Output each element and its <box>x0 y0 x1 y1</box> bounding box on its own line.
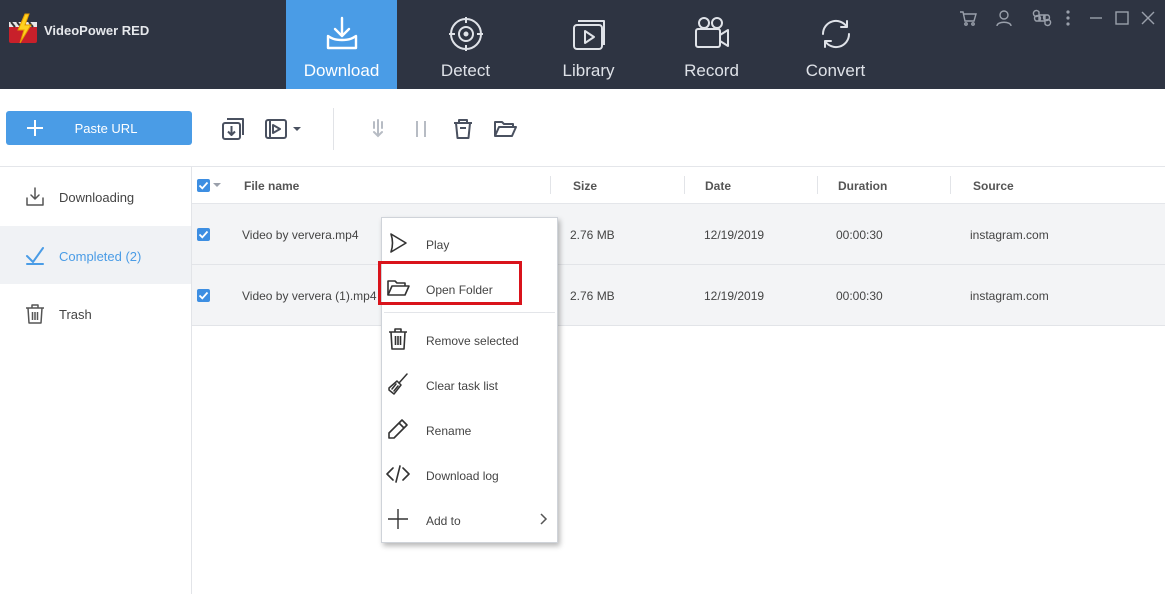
select-all-checkbox[interactable] <box>197 179 210 192</box>
menu-item-rename[interactable]: Rename <box>382 406 557 451</box>
duration-cell: 00:00:30 <box>836 228 883 242</box>
toolbar: Paste URL <box>0 89 1165 167</box>
pencil-icon <box>388 419 408 439</box>
video-format-icon[interactable] <box>263 116 289 142</box>
file-name-cell: Video by ververa (1).mp4 <box>242 289 377 303</box>
more-icon[interactable] <box>1058 8 1078 28</box>
app-logo-icon <box>9 13 37 44</box>
menu-item-label: Clear task list <box>426 379 499 393</box>
command-icon[interactable] <box>1032 8 1052 28</box>
table-row[interactable]: Video by ververa.mp4 2.76 MB 12/19/2019 … <box>192 204 1165 265</box>
column-divider <box>950 176 951 194</box>
column-header-size[interactable]: Size <box>573 179 597 193</box>
column-divider <box>684 176 685 194</box>
toolbar-divider <box>333 108 334 150</box>
paste-url-button[interactable]: Paste URL <box>6 111 192 145</box>
menu-item-clear-task-list[interactable]: Clear task list <box>382 361 557 406</box>
menu-item-remove-selected[interactable]: Remove selected <box>382 316 557 361</box>
paste-url-label: Paste URL <box>74 121 138 136</box>
column-header-source[interactable]: Source <box>973 179 1014 193</box>
date-cell: 12/19/2019 <box>704 289 765 303</box>
menu-item-label: Download log <box>426 469 499 483</box>
menu-item-label: Add to <box>426 514 461 528</box>
tab-label: Library <box>562 61 615 80</box>
row-checkbox[interactable] <box>197 289 210 302</box>
column-header-duration[interactable]: Duration <box>838 179 887 193</box>
tab-download[interactable]: Download <box>286 0 397 89</box>
convert-arrows-icon <box>821 19 850 49</box>
menu-item-label: Remove selected <box>426 334 519 348</box>
tab-convert[interactable]: Convert <box>780 0 891 89</box>
highlight-box <box>378 261 522 305</box>
trash-icon <box>26 304 44 324</box>
tab-label: Download <box>303 61 380 80</box>
app-title: VideoPower RED <box>44 22 150 38</box>
close-icon[interactable] <box>1138 8 1158 28</box>
app-brand: VideoPower RED <box>6 12 149 48</box>
source-cell: instagram.com <box>970 228 1049 242</box>
sidebar-item-trash[interactable]: Trash <box>0 284 191 342</box>
tab-label: Record <box>684 61 739 80</box>
column-header-date[interactable]: Date <box>705 179 731 193</box>
size-cell: 2.76 MB <box>570 228 615 242</box>
sidebar-item-completed[interactable]: Completed (2) <box>0 226 191 284</box>
sidebar: Downloading Completed (2) Trash <box>0 167 192 594</box>
sidebar-item-label: Trash <box>59 307 92 322</box>
menu-separator <box>384 312 555 313</box>
download-to-file-icon[interactable] <box>220 116 246 142</box>
tab-record[interactable]: Record <box>656 0 767 89</box>
tab-detect[interactable]: Detect <box>410 0 521 89</box>
camera-icon <box>694 17 729 48</box>
resume-download-icon[interactable] <box>365 116 391 142</box>
row-checkbox[interactable] <box>197 228 210 241</box>
download-tray-icon <box>326 16 357 50</box>
menu-item-label: Play <box>426 238 450 252</box>
tab-library[interactable]: Library <box>533 0 644 89</box>
menu-item-add-to[interactable]: Add to <box>382 496 557 541</box>
delete-icon[interactable] <box>450 116 476 142</box>
tab-label: Convert <box>805 61 866 80</box>
duration-cell: 00:00:30 <box>836 289 883 303</box>
column-divider <box>817 176 818 194</box>
sidebar-item-label: Downloading <box>59 190 135 205</box>
target-icon <box>448 17 483 51</box>
chevron-down-icon[interactable] <box>212 181 222 189</box>
sidebar-item-downloading[interactable]: Downloading <box>0 167 191 225</box>
top-bar: VideoPower RED Download Detect Library R… <box>0 0 1165 89</box>
video-library-icon <box>572 20 605 50</box>
table-header: File name Size Date Duration Source <box>192 167 1165 204</box>
cart-icon[interactable] <box>958 8 978 28</box>
date-cell: 12/19/2019 <box>704 228 765 242</box>
folder-open-icon[interactable] <box>492 116 518 142</box>
sidebar-item-label: Completed (2) <box>59 249 142 264</box>
tab-label: Detect <box>440 61 491 80</box>
column-divider <box>550 176 551 194</box>
file-name-cell: Video by ververa.mp4 <box>242 228 359 242</box>
broom-icon <box>388 373 408 395</box>
chevron-right-icon <box>540 513 548 525</box>
chevron-down-icon[interactable] <box>290 116 304 142</box>
user-icon[interactable] <box>994 8 1014 28</box>
play-icon <box>390 233 407 253</box>
minimize-icon[interactable] <box>1086 8 1106 28</box>
plus-icon <box>388 509 408 529</box>
column-header-file-name[interactable]: File name <box>244 179 299 193</box>
trash-icon <box>389 328 407 350</box>
download-icon <box>26 187 44 206</box>
code-icon <box>386 465 410 483</box>
pause-icon[interactable] <box>408 116 434 142</box>
size-cell: 2.76 MB <box>570 289 615 303</box>
check-icon <box>26 247 44 265</box>
menu-item-download-log[interactable]: Download log <box>382 451 557 496</box>
menu-item-play[interactable]: Play <box>382 220 557 265</box>
source-cell: instagram.com <box>970 289 1049 303</box>
table-row[interactable]: Video by ververa (1).mp4 2.76 MB 12/19/2… <box>192 265 1165 326</box>
maximize-icon[interactable] <box>1112 8 1132 28</box>
menu-item-label: Rename <box>426 424 472 438</box>
